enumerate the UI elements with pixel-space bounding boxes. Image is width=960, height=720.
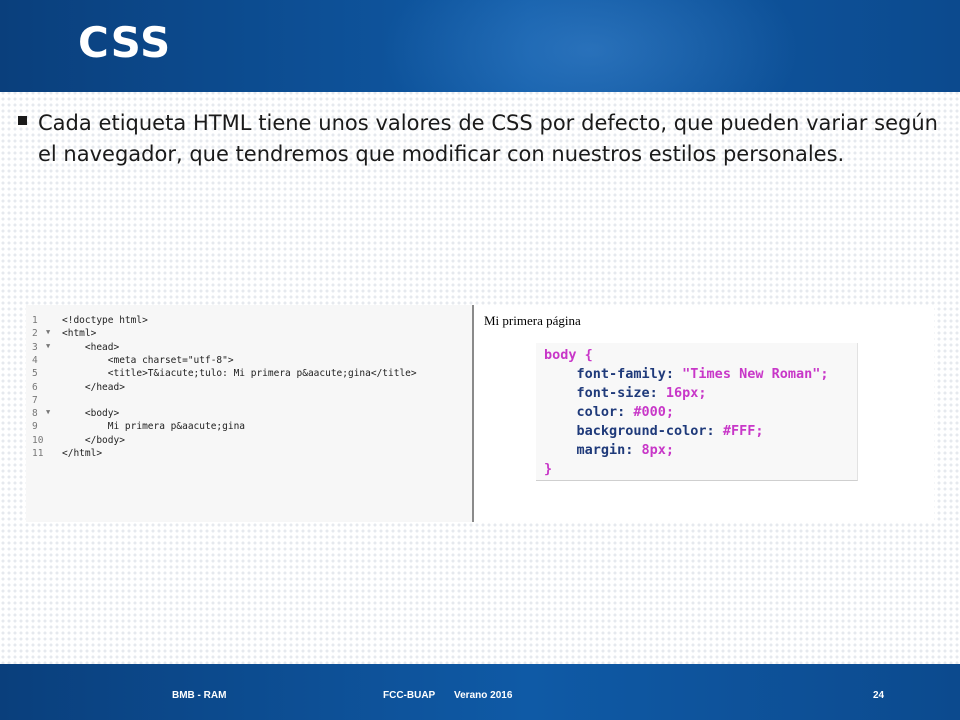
- css-line: margin: 8px;: [544, 442, 675, 458]
- browser-preview: Mi primera página body { font-family: "T…: [476, 305, 934, 522]
- line-number: 7: [32, 394, 38, 406]
- css-property: font-family:: [544, 366, 675, 382]
- code-editor: 1 <!doctype html> 2 ▼ <html> 3 ▼ <head> 4 <meta…: [26, 305, 474, 522]
- css-line: font-family: "Times New Roman";: [544, 366, 829, 382]
- css-value: 16px;: [657, 385, 707, 401]
- slide-header: CSS: [0, 0, 960, 92]
- code-line: <meta charset="utf-8">: [62, 354, 234, 366]
- css-line: }: [544, 461, 553, 477]
- code-line: <head>: [62, 341, 120, 353]
- square-bullet-icon: [18, 116, 27, 125]
- footer-institution: FCC-BUAP: [383, 690, 436, 701]
- css-line: background-color: #FFF;: [544, 423, 764, 439]
- code-line: Mi primera p&aacute;gina: [62, 421, 246, 433]
- footer-page-number: 24: [873, 690, 885, 701]
- css-line: color: #000;: [544, 404, 675, 420]
- css-value: #000;: [625, 404, 675, 420]
- code-line: </body>: [62, 434, 125, 446]
- css-value: 8px;: [633, 442, 675, 458]
- code-line: <html>: [62, 328, 97, 340]
- default-css-box: body { font-family: "Times New Roman"; f…: [536, 343, 858, 481]
- bullet-text: Cada etiqueta HTML tiene unos valores de…: [38, 111, 938, 166]
- css-line: font-size: 16px;: [544, 385, 707, 401]
- css-value: #FFF;: [714, 423, 764, 439]
- code-line: <!doctype html>: [62, 315, 148, 326]
- code-line: <body>: [62, 408, 120, 420]
- css-line: body {: [544, 347, 593, 363]
- slide-title: CSS: [78, 18, 172, 67]
- browser-page-text: Mi primera página: [484, 313, 581, 328]
- code-line: </html>: [62, 448, 103, 459]
- slide-footer: BMB - RAM FCC-BUAP Verano 2016 24: [0, 664, 960, 720]
- css-property: background-color:: [544, 423, 715, 439]
- header-highlight: [380, 0, 800, 92]
- bullet-item: Cada etiqueta HTML tiene unos valores de…: [18, 108, 938, 170]
- screenshot-panel: 1 <!doctype html> 2 ▼ <html> 3 ▼ <head> 4 <meta…: [26, 305, 934, 522]
- footer-author: BMB - RAM: [172, 690, 227, 701]
- code-line: <title>T&iacute;tulo: Mi primera p&aacut…: [62, 368, 417, 380]
- css-value: "Times New Roman";: [674, 366, 829, 382]
- footer-term: Verano 2016: [454, 690, 513, 701]
- css-property: color:: [544, 404, 626, 420]
- css-property: font-size:: [544, 385, 658, 401]
- code-line: </head>: [62, 381, 125, 393]
- css-property: margin:: [544, 442, 634, 458]
